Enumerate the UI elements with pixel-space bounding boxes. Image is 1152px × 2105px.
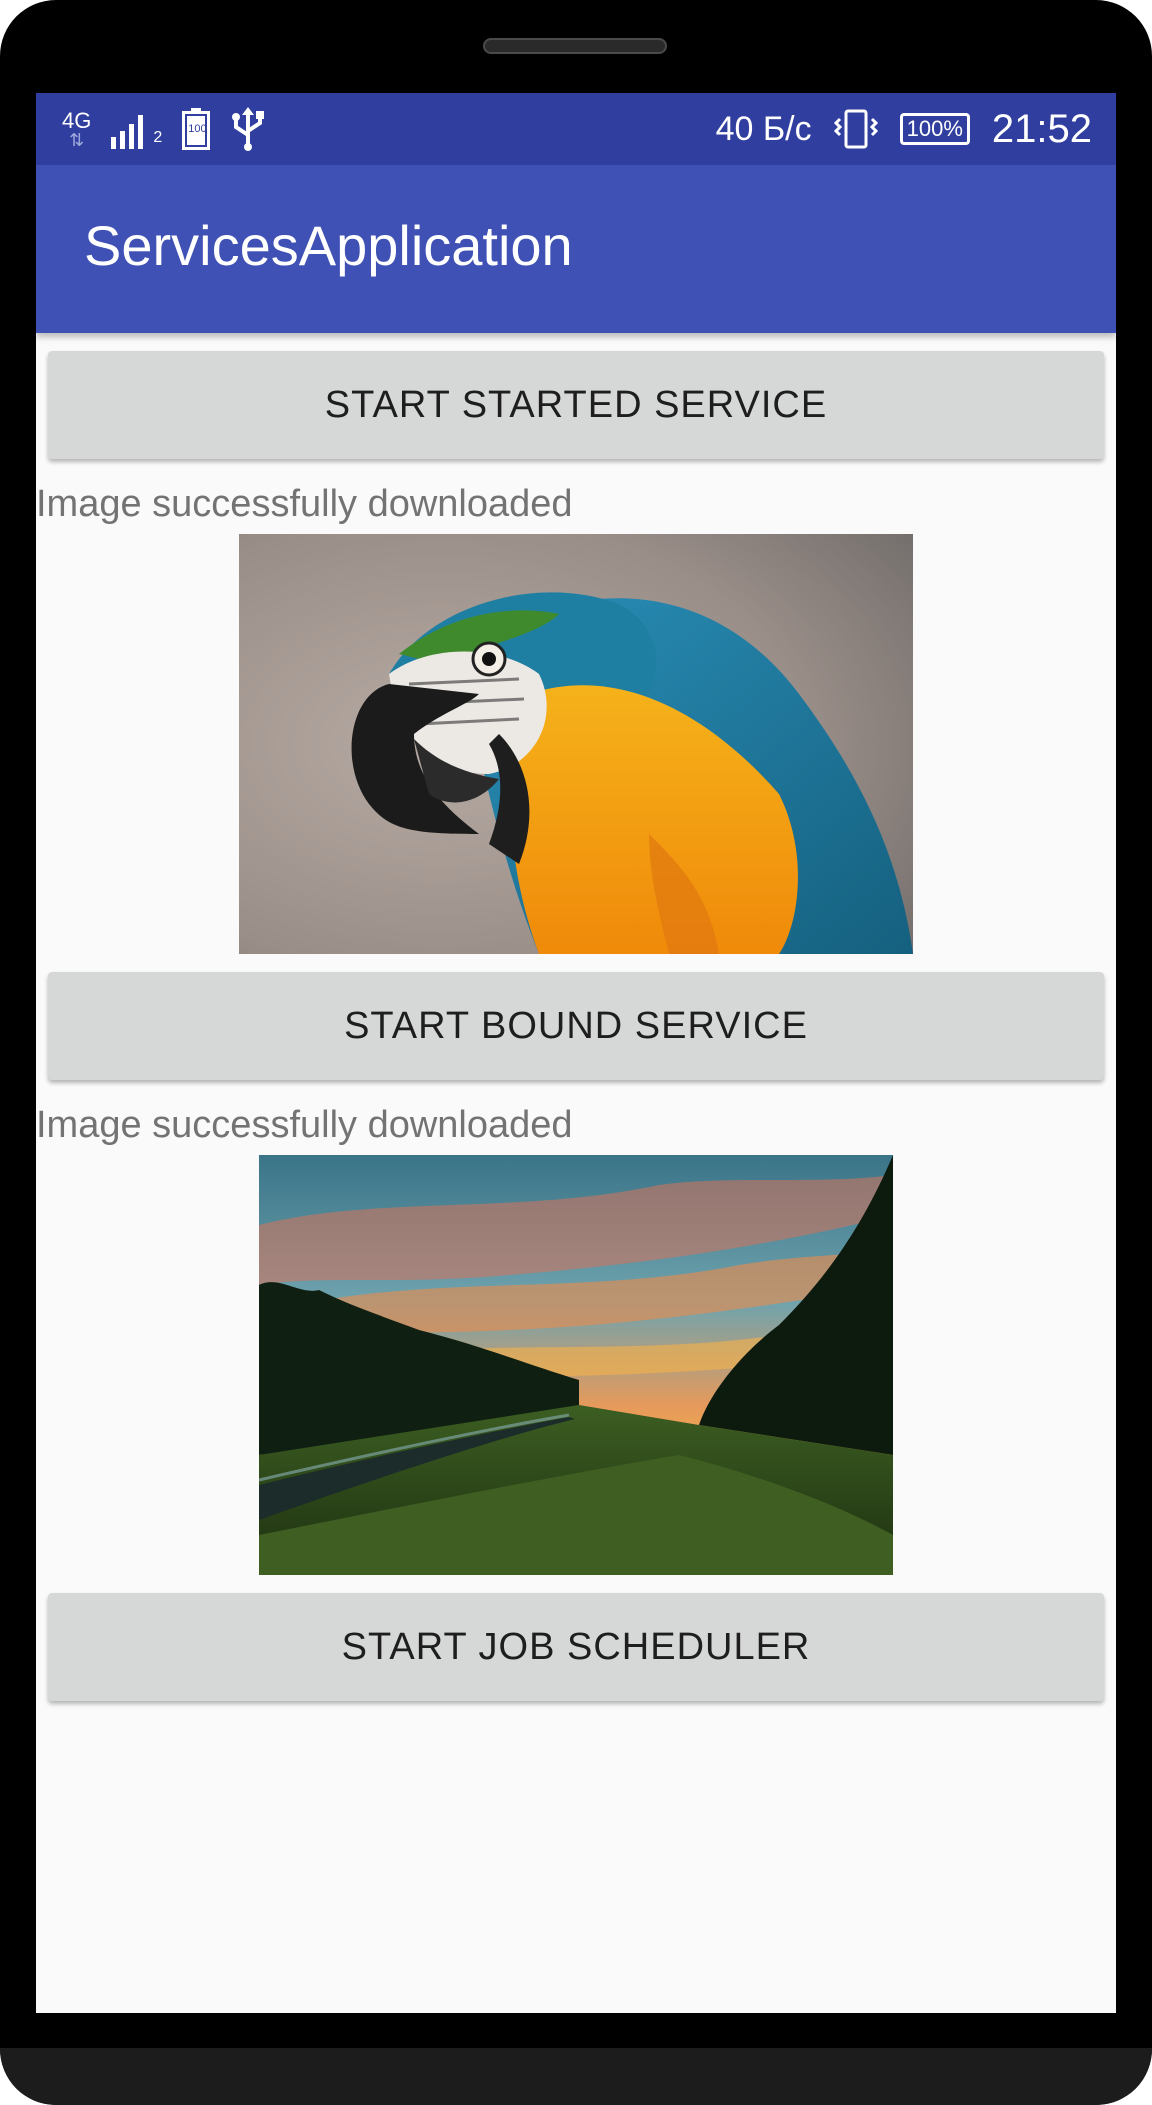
start-job-scheduler-button[interactable]: START JOB SCHEDULER xyxy=(48,1593,1104,1701)
signal-icon: 2 xyxy=(111,109,162,149)
data-rate: 40 Б/с xyxy=(715,109,812,148)
sunset-landscape-image xyxy=(259,1155,893,1575)
status-bar-left: 4G ⇅ 2 100 xyxy=(62,93,266,165)
status-bar: 4G ⇅ 2 100 40 Б/с 100% 21:52 xyxy=(36,93,1116,165)
battery-saver-level: 100 xyxy=(188,123,207,135)
clock: 21:52 xyxy=(991,106,1092,151)
start-started-service-button[interactable]: START STARTED SERVICE xyxy=(48,351,1104,459)
started-service-status: Image successfully downloaded xyxy=(36,483,573,525)
parrot-image xyxy=(239,534,913,954)
battery-saver-icon: 100 xyxy=(182,108,211,150)
bound-service-status: Image successfully downloaded xyxy=(36,1104,573,1146)
phone-frame: 4G ⇅ 2 100 40 Б/с 100% 21:52 ServicesApp… xyxy=(0,0,1152,2105)
usb-icon xyxy=(230,107,266,151)
network-type-label: 4G xyxy=(62,108,92,133)
app-title: ServicesApplication xyxy=(84,214,573,277)
bottom-bezel xyxy=(0,2048,1152,2105)
start-bound-service-button[interactable]: START BOUND SERVICE xyxy=(48,972,1104,1080)
signal-sim-number: 2 xyxy=(153,129,163,146)
network-activity-arrows: ⇅ xyxy=(69,130,85,150)
battery-percent: 100% xyxy=(906,116,963,141)
speaker-grille xyxy=(483,38,667,54)
vibrate-icon xyxy=(833,109,878,149)
network-type-indicator: 4G ⇅ xyxy=(62,108,92,150)
screen: 4G ⇅ 2 100 40 Б/с 100% 21:52 ServicesApp… xyxy=(36,93,1116,2013)
status-bar-right: 40 Б/с 100% 21:52 xyxy=(716,93,1092,165)
app-bar: ServicesApplication xyxy=(36,165,1116,333)
battery-icon: 100% xyxy=(899,113,970,145)
